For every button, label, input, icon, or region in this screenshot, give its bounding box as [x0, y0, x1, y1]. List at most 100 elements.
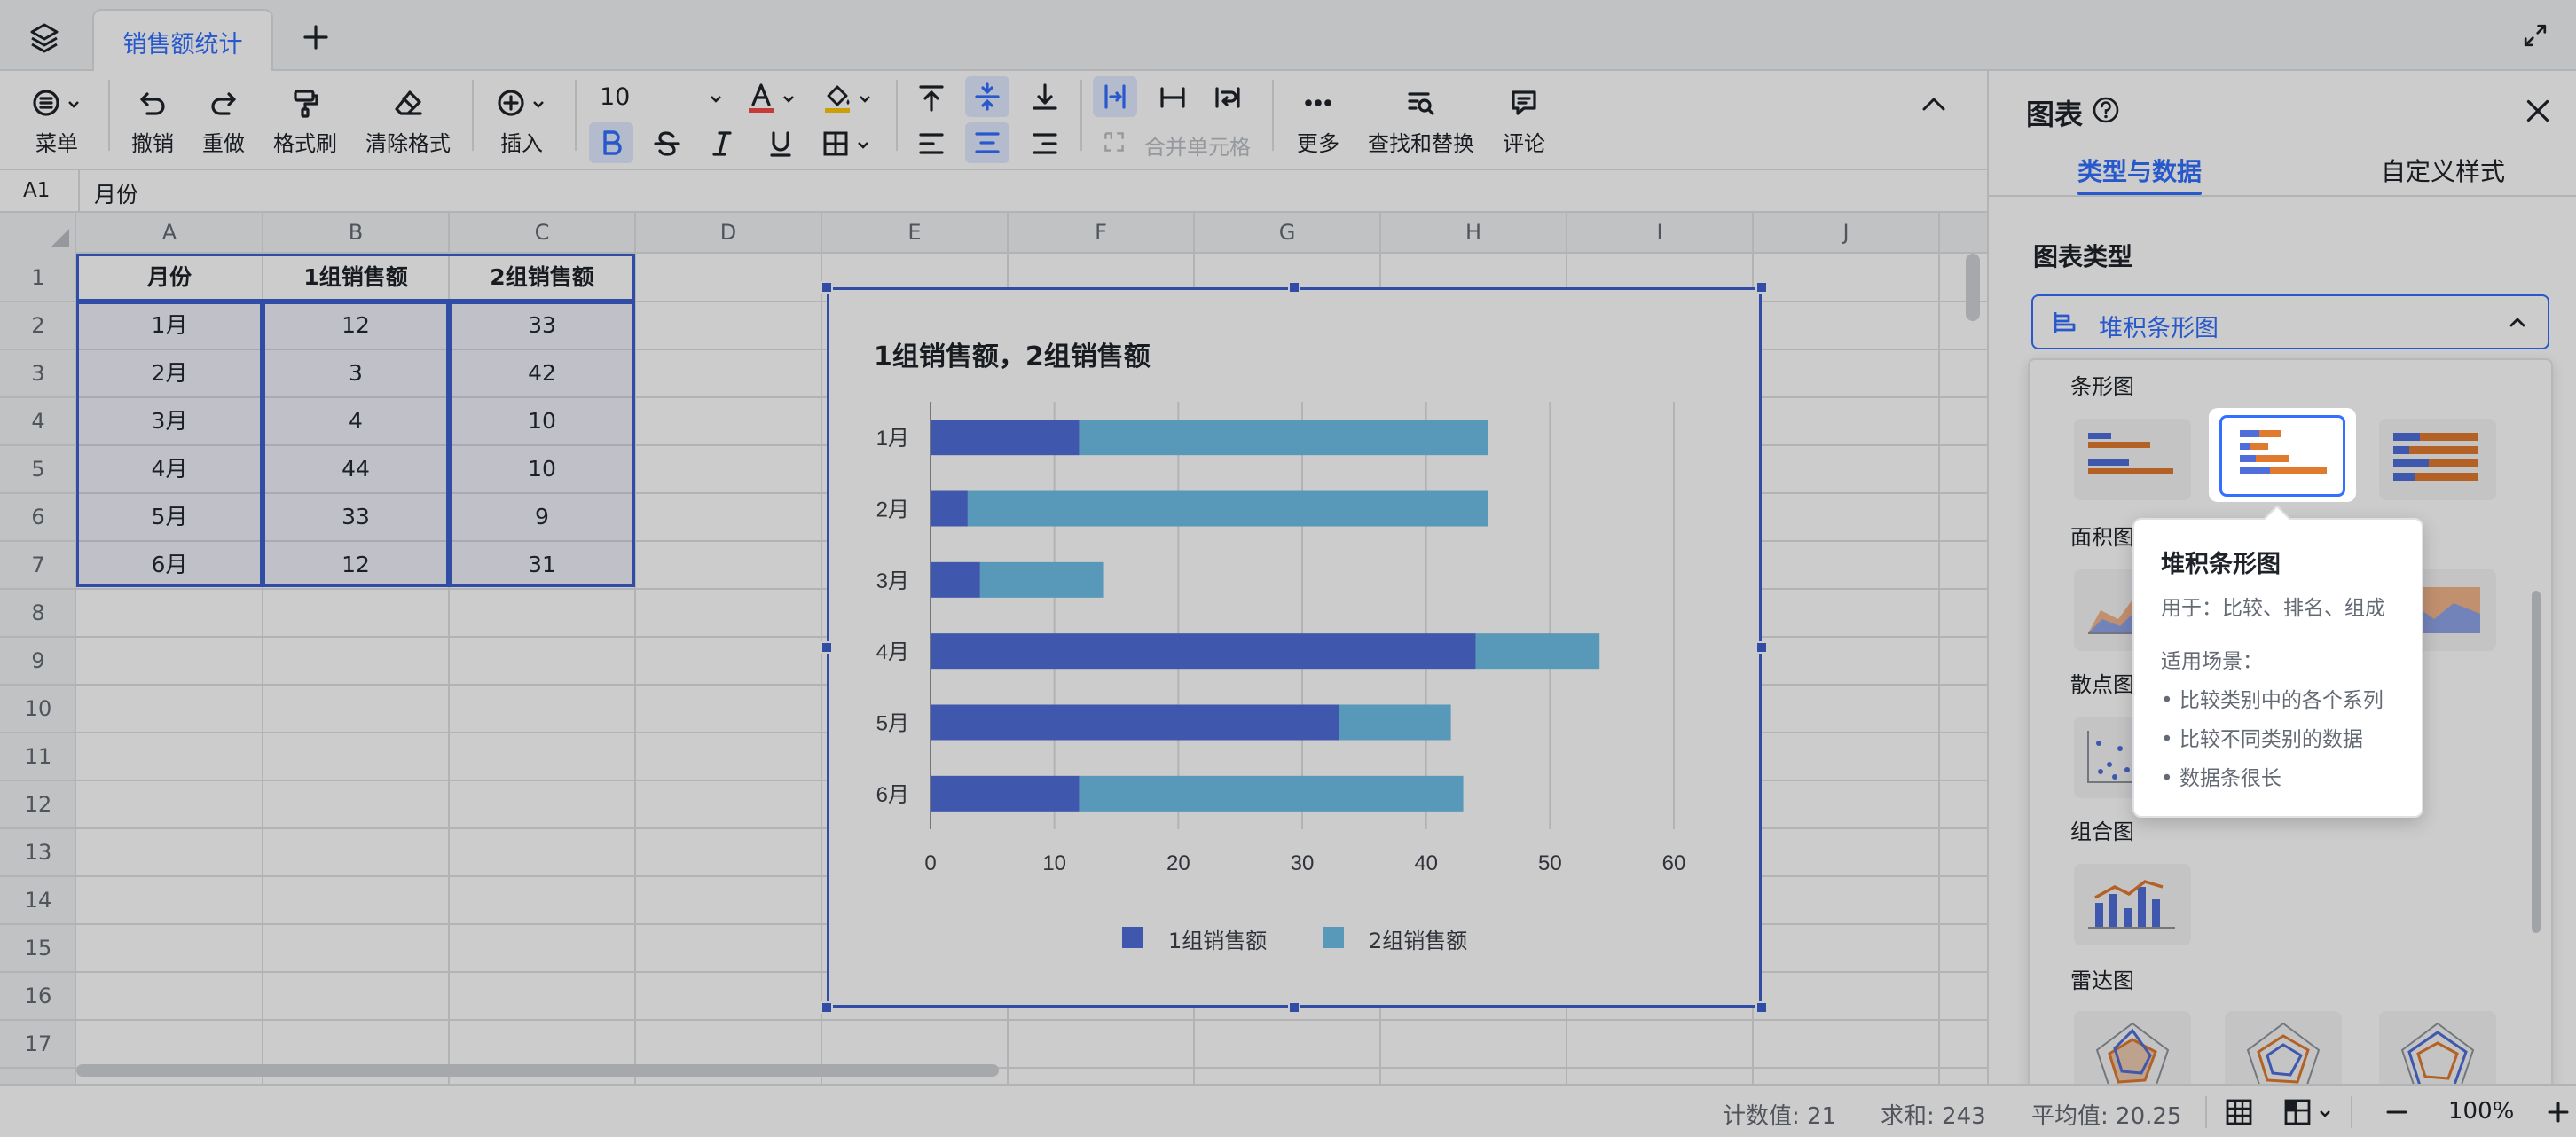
chevron-down-icon[interactable]	[530, 96, 546, 112]
sheet-tab[interactable]: 销售额统计	[92, 9, 273, 71]
thumb-percent-stacked-bar[interactable]	[2379, 419, 2496, 500]
thumb-combo[interactable]	[2074, 864, 2191, 945]
strikethrough-icon[interactable]	[649, 126, 685, 161]
select-all-corner[interactable]	[50, 227, 71, 248]
row-header-4[interactable]: 4	[0, 397, 76, 445]
tab-custom-style[interactable]: 自定义样式	[2381, 153, 2505, 188]
column-header-f[interactable]: F	[1008, 213, 1194, 252]
column-header-g[interactable]: G	[1194, 213, 1380, 252]
fill-color-button[interactable]	[820, 80, 876, 115]
thumb-radar-1[interactable]	[2074, 1011, 2191, 1084]
bold-button[interactable]	[589, 122, 633, 163]
wrap-button[interactable]	[1093, 76, 1137, 117]
italic-icon[interactable]	[704, 126, 740, 161]
redo-icon[interactable]	[206, 85, 241, 121]
menu-label[interactable]: 菜单	[35, 126, 78, 157]
align-left-icon[interactable]	[914, 126, 949, 161]
collapse-toolbar-icon[interactable]	[1918, 89, 1950, 121]
row-header-2[interactable]: 2	[0, 302, 76, 349]
resize-handle[interactable]	[1288, 1001, 1300, 1014]
row-header-6[interactable]: 6	[0, 493, 76, 541]
menu-icon[interactable]	[28, 85, 64, 121]
column-header-j[interactable]: J	[1753, 213, 1939, 252]
thumb-radar-2[interactable]	[2225, 1011, 2342, 1084]
row-header-5[interactable]: 5	[0, 445, 76, 493]
zoom-in-icon[interactable]	[2542, 1096, 2574, 1128]
dropdown-scrollbar[interactable]	[2532, 591, 2541, 933]
row-header-8[interactable]: 8	[0, 589, 76, 637]
underline-icon[interactable]	[763, 126, 798, 161]
resize-handle[interactable]	[821, 641, 833, 654]
eraser-icon[interactable]	[390, 85, 426, 121]
undo-icon[interactable]	[135, 85, 170, 121]
column-header-b[interactable]: B	[263, 213, 449, 252]
comment-label[interactable]: 评论	[1503, 126, 1545, 157]
freeze-panes-icon[interactable]	[2281, 1096, 2313, 1128]
grid-view-icon[interactable]	[2223, 1096, 2255, 1128]
formula-input[interactable]: 月份	[94, 177, 138, 209]
align-bottom-icon[interactable]	[1027, 80, 1063, 115]
chevron-down-icon[interactable]	[66, 96, 82, 112]
align-center-button[interactable]	[965, 122, 1009, 163]
row-header-11[interactable]: 11	[0, 733, 76, 780]
cell-reference[interactable]: A1	[23, 179, 50, 202]
row-header-3[interactable]: 3	[0, 349, 76, 397]
add-sheet-icon[interactable]	[298, 20, 334, 55]
highlight-stacked-bar[interactable]	[2209, 408, 2356, 502]
more-label[interactable]: 更多	[1297, 126, 1339, 157]
zoom-level[interactable]: 100%	[2448, 1098, 2514, 1125]
text-overflow-icon[interactable]	[1155, 80, 1190, 115]
font-size-select[interactable]: 10	[596, 78, 729, 117]
row-header-1[interactable]: 1	[0, 254, 76, 302]
insert-label[interactable]: 插入	[500, 126, 543, 157]
chevron-down-icon[interactable]	[2317, 1105, 2333, 1121]
row-header-13[interactable]: 13	[0, 828, 76, 876]
row-header-16[interactable]: 16	[0, 972, 76, 1020]
resize-handle[interactable]	[1755, 641, 1768, 654]
close-icon[interactable]	[2521, 94, 2555, 128]
resize-handle[interactable]	[1755, 1001, 1768, 1014]
chart-type-select[interactable]: 堆积条形图	[2031, 294, 2549, 349]
align-top-icon[interactable]	[914, 80, 949, 115]
tab-type-data[interactable]: 类型与数据	[2077, 153, 2202, 188]
format-painter-label[interactable]: 格式刷	[273, 126, 337, 157]
text-clip-icon[interactable]	[1210, 80, 1245, 115]
resize-handle[interactable]	[1755, 281, 1768, 294]
resize-handle[interactable]	[821, 281, 833, 294]
format-painter-icon[interactable]	[287, 85, 323, 121]
column-header-e[interactable]: E	[821, 213, 1008, 252]
clear-format-label[interactable]: 清除格式	[365, 126, 451, 157]
row-header-15[interactable]: 15	[0, 924, 76, 972]
horizontal-scrollbar[interactable]	[76, 1064, 999, 1077]
thumb-clustered-bar[interactable]	[2074, 419, 2191, 500]
find-replace-label[interactable]: 查找和替换	[1368, 126, 1474, 157]
expand-icon[interactable]	[2519, 20, 2551, 51]
redo-label[interactable]: 重做	[202, 126, 245, 157]
column-header-a[interactable]: A	[76, 213, 263, 252]
find-replace-icon[interactable]	[1403, 85, 1439, 121]
vertical-scrollbar[interactable]	[1966, 254, 1980, 321]
column-header-d[interactable]: D	[635, 213, 821, 252]
undo-label[interactable]: 撤销	[131, 126, 174, 157]
row-header-10[interactable]: 10	[0, 685, 76, 733]
column-header-h[interactable]: H	[1380, 213, 1567, 252]
insert-icon[interactable]	[493, 85, 529, 121]
align-right-icon[interactable]	[1027, 126, 1063, 161]
resize-handle[interactable]	[1288, 281, 1300, 294]
chart-object[interactable]: 1组销售额，2组销售额 0 10 20 30 40 50 60 1月 2月 3月 4月 5月 6月 1组…	[827, 287, 1762, 1008]
help-icon[interactable]	[2090, 94, 2122, 126]
row-header-17[interactable]: 17	[0, 1020, 76, 1068]
row-header-14[interactable]: 14	[0, 876, 76, 924]
row-header-7[interactable]: 7	[0, 541, 76, 589]
thumb-radar-3[interactable]	[2379, 1011, 2496, 1084]
row-header-9[interactable]: 9	[0, 637, 76, 685]
more-icon[interactable]	[1300, 85, 1336, 121]
zoom-out-icon[interactable]	[2381, 1096, 2413, 1128]
column-header-i[interactable]: I	[1567, 213, 1753, 252]
layers-icon[interactable]	[27, 20, 62, 55]
font-color-button[interactable]	[743, 80, 800, 115]
comment-icon[interactable]	[1506, 85, 1542, 121]
column-header-c[interactable]: C	[449, 213, 635, 252]
resize-handle[interactable]	[821, 1001, 833, 1014]
align-middle-button[interactable]	[965, 76, 1009, 117]
